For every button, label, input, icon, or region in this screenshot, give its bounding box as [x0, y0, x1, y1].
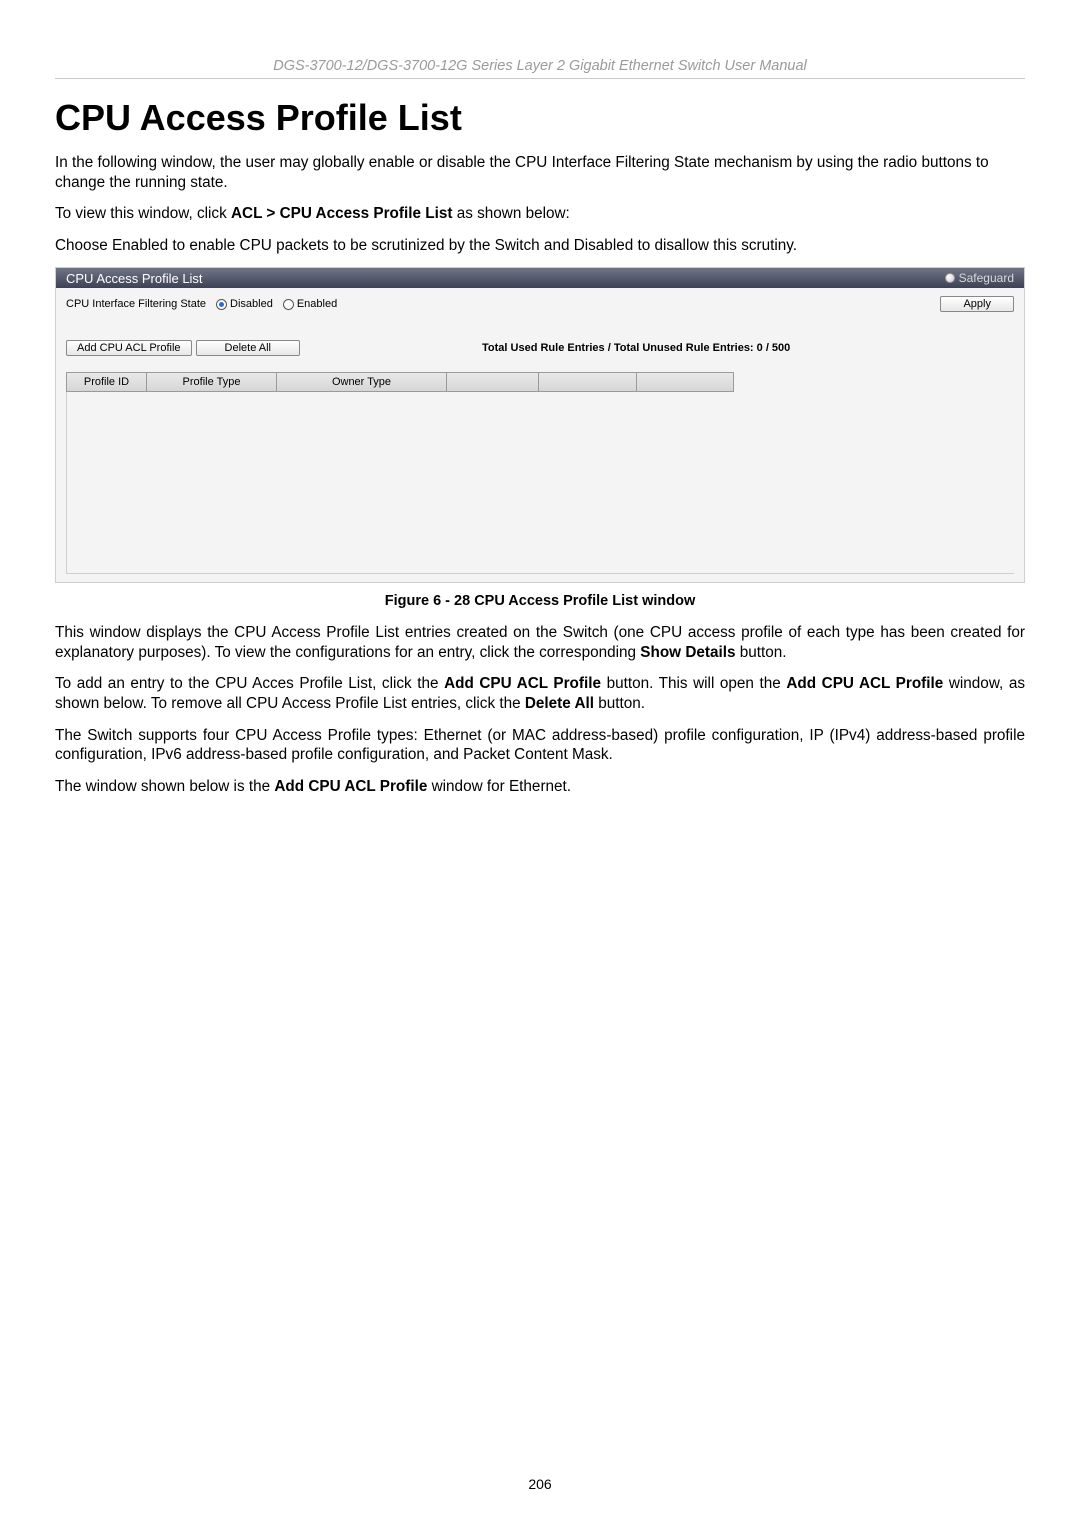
rule-entries-status: Total Used Rule Entries / Total Unused R…	[482, 342, 790, 354]
text: button.	[735, 644, 786, 661]
profile-table-header: Profile ID Profile Type Owner Type	[66, 372, 1014, 392]
add-cpu-acl-profile-button[interactable]: Add CPU ACL Profile	[66, 340, 192, 356]
screenshot-panel: CPU Access Profile List Safeguard CPU In…	[55, 267, 1025, 583]
col-empty	[636, 372, 734, 392]
text: To add an entry to the CPU Acces Profile…	[55, 675, 444, 692]
paragraph-nav: To view this window, click ACL > CPU Acc…	[55, 204, 1025, 224]
text: To view this window, click	[55, 205, 231, 222]
panel-titlebar: CPU Access Profile List Safeguard	[56, 268, 1024, 288]
safeguard-label: Safeguard	[959, 271, 1014, 285]
page-title: CPU Access Profile List	[55, 97, 1025, 139]
bold-delete-all: Delete All	[525, 695, 594, 712]
paragraph-types: The Switch supports four CPU Access Prof…	[55, 726, 1025, 765]
radio-icon	[216, 299, 227, 310]
text: The window shown below is the	[55, 778, 274, 795]
radio-enabled[interactable]: Enabled	[283, 298, 337, 310]
paragraph-ethernet: The window shown below is the Add CPU AC…	[55, 777, 1025, 797]
page-header: DGS-3700-12/DGS-3700-12G Series Layer 2 …	[55, 58, 1025, 79]
profile-table-body	[66, 392, 1014, 574]
panel-title: CPU Access Profile List	[66, 271, 203, 286]
bold-show-details: Show Details	[640, 644, 735, 661]
paragraph-intro: In the following window, the user may gl…	[55, 153, 1025, 192]
col-owner-type: Owner Type	[276, 372, 446, 392]
bold-add-button: Add CPU ACL Profile	[444, 675, 601, 692]
text: window for Ethernet.	[427, 778, 571, 795]
safeguard-badge: Safeguard	[945, 271, 1014, 285]
paragraph-display: This window displays the CPU Access Prof…	[55, 623, 1025, 662]
safeguard-icon	[945, 273, 955, 283]
paragraph-add-entry: To add an entry to the CPU Acces Profile…	[55, 674, 1025, 713]
text: button. This will open the	[601, 675, 786, 692]
radio-icon	[283, 299, 294, 310]
text: as shown below:	[452, 205, 569, 222]
radio-disabled[interactable]: Disabled	[216, 298, 273, 310]
figure-caption: Figure 6 - 28 CPU Access Profile List wi…	[55, 593, 1025, 609]
bold-add-window: Add CPU ACL Profile	[786, 675, 943, 692]
radio-label: Enabled	[297, 298, 337, 310]
text: button.	[594, 695, 645, 712]
nav-path: ACL > CPU Access Profile List	[231, 205, 452, 222]
text: This window displays the CPU Access Prof…	[55, 624, 1025, 661]
filter-state-label: CPU Interface Filtering State	[66, 298, 206, 310]
paragraph-choose: Choose Enabled to enable CPU packets to …	[55, 236, 1025, 256]
delete-all-button[interactable]: Delete All	[196, 340, 300, 356]
apply-button[interactable]: Apply	[940, 296, 1014, 312]
col-profile-type: Profile Type	[146, 372, 276, 392]
col-empty	[538, 372, 636, 392]
page-number: 206	[0, 1476, 1080, 1492]
col-empty	[446, 372, 538, 392]
radio-label: Disabled	[230, 298, 273, 310]
bold-add-window-eth: Add CPU ACL Profile	[274, 778, 427, 795]
col-profile-id: Profile ID	[66, 372, 146, 392]
